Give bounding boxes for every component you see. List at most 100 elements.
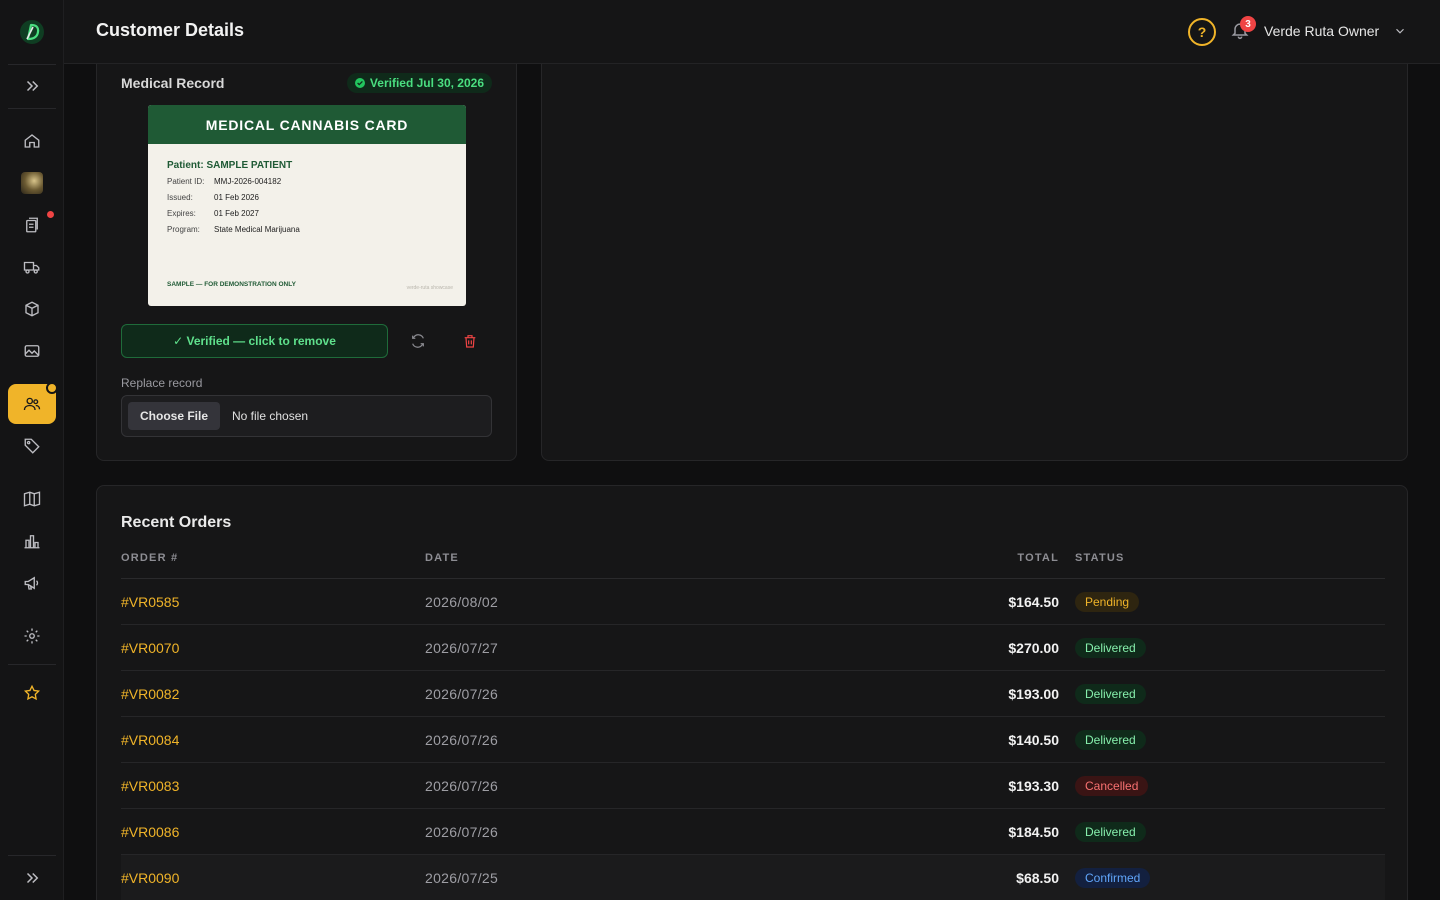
expand-sidebar-button[interactable] [8, 66, 56, 106]
card-row-value: State Medical Marijuana [214, 225, 300, 234]
medical-card-image[interactable]: MEDICAL CANNABIS CARD Patient: SAMPLE PA… [148, 105, 466, 306]
order-date: 2026/07/27 [425, 640, 499, 656]
card-patient-name: Patient: SAMPLE PATIENT [167, 160, 293, 171]
card-row-value: MMJ-2026-004182 [214, 177, 282, 186]
card-row-key: Issued: [167, 193, 193, 202]
order-link[interactable]: #VR0585 [121, 594, 179, 610]
order-link[interactable]: #VR0070 [121, 640, 179, 656]
order-date: 2026/07/26 [425, 732, 499, 748]
choose-file-button[interactable]: Choose File [128, 402, 221, 430]
menu-book-icon [23, 491, 41, 507]
column-header-status: STATUS [1075, 552, 1125, 564]
collapse-toggle-button[interactable] [8, 858, 56, 898]
notification-dot [46, 382, 58, 394]
order-total: $193.30 [1008, 778, 1059, 794]
medical-record-panel: Medical Record Verified Jul 30, 2026 MED… [96, 40, 517, 461]
media-image-icon [24, 345, 40, 357]
table-row[interactable]: #VR0082 2026/07/26 $193.00 Delivered [121, 671, 1385, 717]
check-circle-icon [354, 78, 365, 88]
sidebar-item-analytics[interactable] [8, 521, 56, 561]
table-row[interactable]: #VR0585 2026/08/02 $164.50 Pending [121, 579, 1385, 625]
order-total: $193.00 [1008, 686, 1059, 702]
trash-icon [464, 335, 476, 348]
order-date: 2026/07/26 [425, 824, 499, 840]
sidebar-item-store[interactable] [8, 163, 56, 203]
order-total: $140.50 [1008, 732, 1059, 748]
order-link[interactable]: #VR0090 [121, 870, 179, 886]
delivery-truck-icon [23, 261, 40, 274]
sidebar-item-home[interactable] [8, 121, 56, 161]
card-row-key: Patient ID: [167, 177, 205, 186]
home-icon [24, 134, 40, 148]
sidebar-item-delivery[interactable] [8, 247, 56, 287]
card-heading: MEDICAL CANNABIS CARD [148, 105, 466, 144]
order-total: $68.50 [1016, 870, 1059, 886]
double-chevron-right-icon [26, 872, 39, 884]
app-logo[interactable] [0, 0, 64, 64]
sidebar-item-products[interactable] [8, 289, 56, 329]
notification-count-badge: 3 [1240, 16, 1256, 32]
refresh-button[interactable] [405, 328, 431, 354]
logo-mark [20, 20, 44, 44]
recent-orders-title: Recent Orders [121, 514, 232, 531]
file-input[interactable]: Choose File No file chosen [121, 395, 492, 437]
recent-orders-panel: Recent Orders ORDER # DATE TOTAL STATUS … [96, 485, 1408, 900]
avatar [21, 172, 43, 194]
tag-icon [24, 438, 40, 454]
details-panel [541, 40, 1408, 461]
sidebar-item-media[interactable] [8, 331, 56, 371]
sidebar-item-settings[interactable] [8, 616, 56, 656]
marketing-megaphone-icon [24, 576, 39, 590]
sidebar-divider [8, 855, 56, 856]
star-icon [23, 684, 41, 701]
refresh-icon [412, 334, 424, 348]
card-row: Patient ID: MMJ-2026-004182 [167, 177, 300, 186]
order-link[interactable]: #VR0086 [121, 824, 179, 840]
sidebar-divider [8, 64, 56, 65]
order-date: 2026/07/26 [425, 778, 499, 794]
settings-gear-icon [24, 628, 40, 644]
status-badge: Pending [1075, 592, 1140, 612]
table-row[interactable]: #VR0084 2026/07/26 $140.50 Delivered [121, 717, 1385, 763]
medical-record-title: Medical Record [121, 75, 225, 91]
double-chevron-right-icon [26, 80, 39, 92]
chevron-down-icon[interactable] [1393, 24, 1407, 38]
order-link[interactable]: #VR0084 [121, 732, 179, 748]
card-row-value: 01 Feb 2026 [214, 193, 259, 202]
column-header-total: TOTAL [1017, 552, 1059, 564]
help-button[interactable]: ? [1188, 18, 1216, 46]
sidebar-item-customers[interactable] [8, 382, 58, 424]
card-footer: SAMPLE — FOR DEMONSTRATION ONLY [167, 281, 296, 288]
card-row-key: Expires: [167, 209, 196, 218]
card-row-value: 01 Feb 2027 [214, 209, 259, 218]
card-details: Patient: SAMPLE PATIENT Patient ID: MMJ-2… [167, 160, 300, 241]
analytics-icon [24, 535, 40, 549]
sidebar-item-marketing[interactable] [8, 563, 56, 603]
sidebar-item-menu[interactable] [8, 479, 56, 519]
replace-record-label: Replace record [121, 376, 203, 390]
file-status-text: No file chosen [232, 409, 309, 423]
help-icon: ? [1197, 24, 1207, 40]
status-badge: Delivered [1075, 730, 1146, 750]
sidebar-item-promotions[interactable] [8, 426, 56, 466]
notification-dot [47, 211, 54, 218]
order-date: 2026/07/26 [425, 686, 499, 702]
card-row: Issued: 01 Feb 2026 [167, 193, 300, 202]
table-row[interactable]: #VR0070 2026/07/27 $270.00 Delivered [121, 625, 1385, 671]
status-badge: Delivered [1075, 684, 1146, 704]
order-total: $270.00 [1008, 640, 1059, 656]
order-date: 2026/08/02 [425, 594, 499, 610]
order-link[interactable]: #VR0083 [121, 778, 179, 794]
table-row[interactable]: #VR0086 2026/07/26 $184.50 Delivered [121, 809, 1385, 855]
order-link[interactable]: #VR0082 [121, 686, 179, 702]
user-menu-label[interactable]: Verde Ruta Owner [1264, 23, 1379, 39]
customers-icon [23, 397, 41, 411]
delete-record-button[interactable] [457, 328, 483, 354]
sidebar-item-orders[interactable] [8, 205, 56, 245]
status-badge: Delivered [1075, 638, 1146, 658]
table-row[interactable]: #VR0083 2026/07/26 $193.30 Cancelled [121, 763, 1385, 809]
order-date: 2026/07/25 [425, 870, 499, 886]
verified-remove-button[interactable]: ✓ Verified — click to remove [121, 324, 388, 358]
sidebar-item-favorites[interactable] [8, 673, 56, 713]
table-row[interactable]: #VR0090 2026/07/25 $68.50 Confirmed [121, 855, 1385, 900]
